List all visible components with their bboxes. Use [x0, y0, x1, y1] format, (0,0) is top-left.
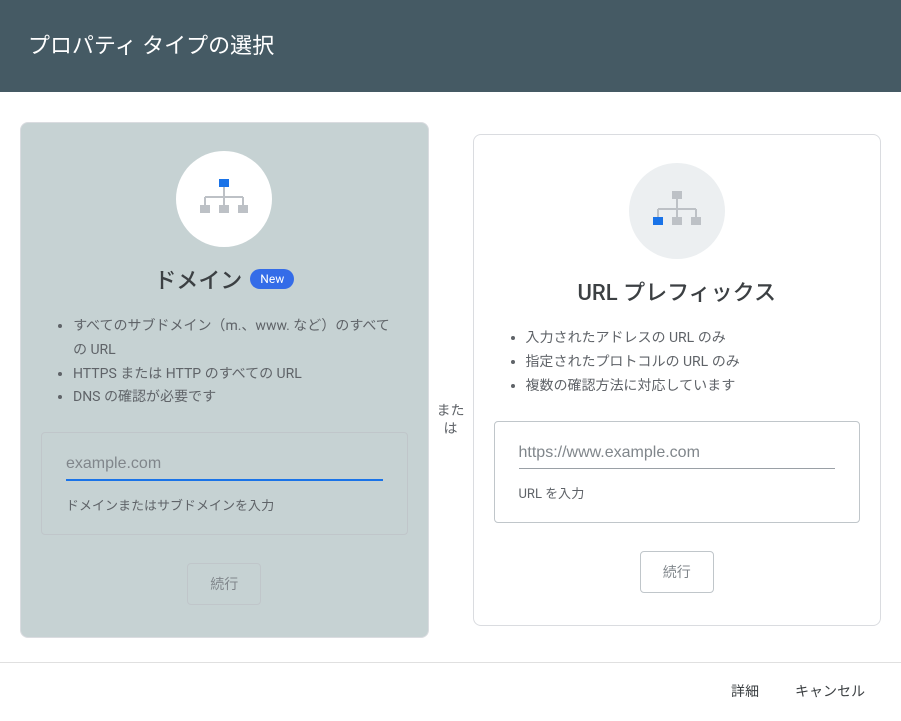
domain-input[interactable] — [66, 451, 383, 481]
dialog-content: ドメイン New すべてのサブドメイン（m.、www. など）のすべての URL… — [0, 92, 901, 662]
card-separator: または — [437, 402, 465, 438]
url-prefix-card[interactable]: URL プレフィックス 入力されたアドレスの URL のみ 指定されたプロトコル… — [473, 134, 882, 625]
url-title-row: URL プレフィックス — [578, 275, 777, 307]
url-helper: URL を入力 — [519, 483, 836, 502]
list-item: すべてのサブドメイン（m.、www. など）のすべての URL — [73, 315, 398, 363]
domain-continue-button[interactable]: 続行 — [187, 563, 261, 605]
domain-card[interactable]: ドメイン New すべてのサブドメイン（m.、www. など）のすべての URL… — [20, 122, 429, 638]
cancel-button[interactable]: キャンセル — [795, 681, 865, 701]
url-bullets: 入力されたアドレスの URL のみ 指定されたプロトコルの URL のみ 複数の… — [494, 327, 861, 420]
list-item: HTTPS または HTTP のすべての URL — [73, 363, 398, 387]
domain-input-block: ドメインまたはサブドメインを入力 — [41, 432, 408, 535]
dialog-title: プロパティ タイプの選択 — [28, 34, 274, 59]
details-link[interactable]: 詳細 — [731, 681, 759, 701]
url-title: URL プレフィックス — [578, 275, 777, 307]
domain-helper: ドメインまたはサブドメインを入力 — [66, 495, 383, 514]
list-item: 複数の確認方法に対応しています — [526, 375, 851, 399]
url-input-block: URL を入力 — [494, 421, 861, 523]
url-icon-circle — [629, 163, 725, 259]
dialog-footer: 詳細 キャンセル — [0, 662, 901, 715]
dialog-header: プロパティ タイプの選択 — [0, 0, 901, 92]
domain-bullets: すべてのサブドメイン（m.、www. など）のすべての URL HTTPS また… — [41, 315, 408, 432]
domain-icon-circle — [176, 151, 272, 247]
list-item: 入力されたアドレスの URL のみ — [526, 327, 851, 351]
list-item: DNS の確認が必要です — [73, 386, 398, 410]
domain-title-row: ドメイン New — [154, 263, 294, 295]
list-item: 指定されたプロトコルの URL のみ — [526, 351, 851, 375]
domain-title: ドメイン — [154, 263, 242, 295]
url-input[interactable] — [519, 440, 836, 469]
sitemap-icon — [198, 179, 250, 219]
url-continue-button[interactable]: 続行 — [640, 551, 714, 593]
new-badge: New — [250, 269, 294, 289]
sitemap-icon — [651, 191, 703, 231]
